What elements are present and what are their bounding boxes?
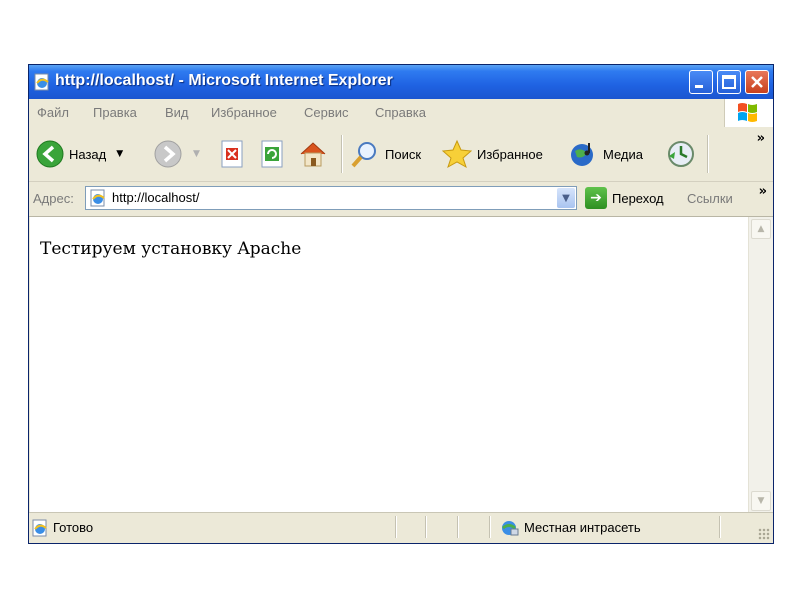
windows-flag-icon	[738, 103, 757, 122]
address-dropdown-button[interactable]: ▼	[557, 188, 575, 208]
windows-logo	[724, 99, 773, 127]
menu-bar: Файл Правка Вид Избранное Сервис Справка	[29, 99, 773, 128]
address-value[interactable]: http://localhost/	[112, 190, 199, 205]
refresh-button[interactable]	[259, 139, 285, 169]
toolbar-more-chevron[interactable]: »	[757, 131, 765, 146]
history-button[interactable]	[665, 139, 697, 169]
stop-button[interactable]	[219, 139, 245, 169]
page-icon	[90, 189, 105, 207]
minimize-button[interactable]	[689, 70, 713, 94]
forward-arrow-icon	[154, 140, 182, 168]
resize-grip[interactable]	[758, 528, 770, 540]
close-icon	[751, 76, 763, 88]
back-arrow-icon	[36, 140, 64, 168]
home-icon	[300, 142, 326, 167]
stop-icon	[221, 140, 243, 168]
menu-tools[interactable]: Сервис	[304, 105, 349, 120]
status-divider	[489, 516, 491, 538]
intranet-zone-icon	[502, 521, 519, 536]
history-icon	[668, 141, 694, 167]
back-label: Назад	[69, 146, 107, 162]
window-title: http://localhost/ - Microsoft Internet E…	[55, 72, 393, 89]
menu-file[interactable]: Файл	[37, 105, 69, 120]
media-button[interactable]: Медиа	[567, 139, 643, 169]
forward-dropdown-icon[interactable]: ▼	[193, 149, 200, 159]
toolbar-separator	[707, 135, 709, 173]
favorites-label: Избранное	[477, 146, 543, 162]
status-divider	[395, 516, 397, 538]
address-label: Адрес:	[33, 191, 74, 206]
close-button[interactable]	[745, 70, 769, 94]
page-content: Тестируем установку Apache	[30, 217, 748, 513]
back-dropdown-icon[interactable]: ▼	[116, 149, 123, 159]
menu-favorites[interactable]: Избранное	[211, 105, 277, 120]
arrow-up-icon: ▲	[757, 224, 765, 234]
status-bar: Готово Местная интрасеть	[29, 512, 773, 543]
go-label: Переход	[612, 190, 664, 206]
status-text: Готово	[53, 520, 94, 535]
menu-help[interactable]: Справка	[375, 105, 426, 120]
status-page-icon	[32, 519, 47, 537]
standard-toolbar: Назад ▼ ▼ Поиск Избранное Медиа »	[29, 127, 773, 182]
scroll-up-button[interactable]: ▲	[751, 219, 771, 239]
favorites-button[interactable]: Избранное	[441, 139, 543, 169]
title-bar[interactable]: http://localhost/ - Microsoft Internet E…	[29, 65, 773, 99]
favorites-star-icon	[441, 139, 473, 169]
chevron-down-icon: ▼	[562, 192, 570, 204]
browser-window: http://localhost/ - Microsoft Internet E…	[28, 64, 774, 544]
minimize-icon	[695, 85, 703, 88]
ie-page-icon	[34, 73, 49, 91]
links-button[interactable]: Ссылки	[687, 191, 733, 206]
search-icon	[351, 142, 376, 168]
address-input[interactable]: http://localhost/ ▼	[85, 186, 577, 210]
home-button[interactable]	[297, 139, 329, 169]
zone-text: Местная интрасеть	[524, 520, 641, 535]
media-label: Медиа	[603, 146, 643, 162]
go-button[interactable]: ➔ Переход	[585, 187, 664, 209]
media-globe-icon	[571, 143, 593, 166]
maximize-icon	[722, 75, 736, 89]
page-body-text: Тестируем установку Apache	[40, 239, 302, 259]
status-divider	[425, 516, 427, 538]
search-label: Поиск	[385, 146, 422, 162]
address-bar: Адрес: http://localhost/ ▼ ➔ Переход Ссы…	[29, 182, 773, 217]
vertical-scrollbar[interactable]: ▲ ▼	[748, 217, 773, 513]
maximize-button[interactable]	[717, 70, 741, 94]
links-more-chevron[interactable]: »	[759, 184, 767, 199]
status-divider	[719, 516, 721, 538]
status-divider	[457, 516, 459, 538]
menu-view[interactable]: Вид	[165, 105, 189, 120]
arrow-down-icon: ▼	[757, 496, 765, 506]
refresh-icon	[261, 140, 283, 168]
back-button[interactable]: Назад ▼	[35, 139, 123, 169]
go-arrow-icon: ➔	[585, 187, 607, 209]
toolbar-separator	[341, 135, 343, 173]
search-button[interactable]: Поиск	[349, 139, 421, 169]
menu-edit[interactable]: Правка	[93, 105, 137, 120]
scroll-down-button[interactable]: ▼	[751, 491, 771, 511]
forward-button[interactable]: ▼	[153, 139, 200, 169]
